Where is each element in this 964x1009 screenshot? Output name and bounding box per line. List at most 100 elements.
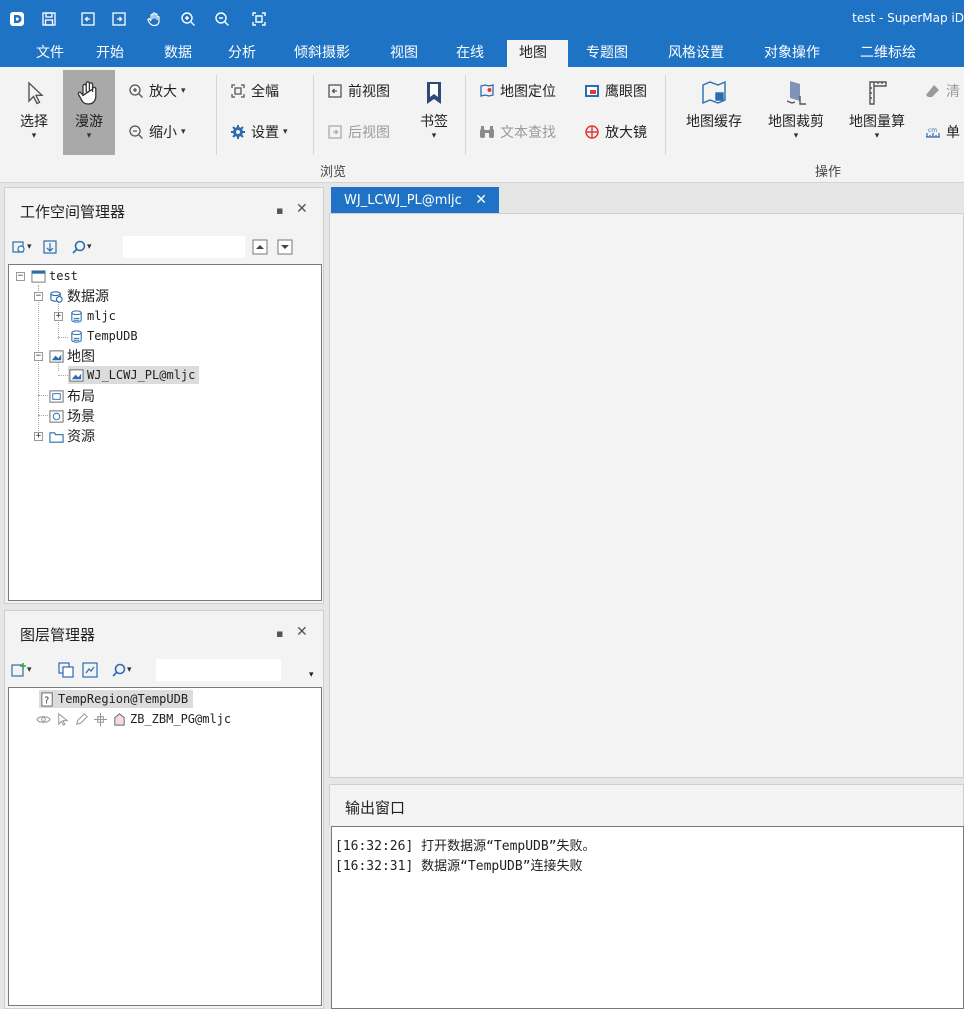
zoom-in-icon[interactable]	[177, 8, 199, 30]
zoom-out-button[interactable]: 缩小 ▾	[127, 122, 186, 142]
layer-item-zb-zbm-pg[interactable]: ZB_ZBM_PG@mljc	[35, 710, 231, 728]
tree-line	[38, 395, 48, 396]
title-bar: test - SuperMap iD	[0, 0, 964, 40]
tree-node-workspace[interactable]: test	[30, 267, 78, 285]
menu-tab-plot[interactable]: 二维标绘	[848, 40, 928, 67]
menu-tab-object[interactable]: 对象操作	[752, 40, 832, 67]
tree-node-datasource-tempudb[interactable]: TempUDB	[68, 327, 138, 345]
settings-label: 设置	[251, 125, 279, 141]
output-log[interactable]: [16:32:26] 打开数据源“TempUDB”失败。 [16:32:31] …	[331, 826, 964, 1009]
text-search-button[interactable]: 文本查找	[478, 122, 556, 142]
map-locate-button[interactable]: 地图定位	[478, 81, 556, 101]
menu-tab-thematic[interactable]: 专题图	[574, 40, 640, 67]
tree-node-map-wj-lcwj-pl[interactable]: WJ_LCWJ_PL@mljc	[68, 366, 200, 384]
eraser-icon	[924, 82, 942, 100]
close-icon[interactable]: ✕	[296, 624, 308, 640]
zoom-in-button[interactable]: 放大 ▾	[127, 81, 186, 101]
map-canvas[interactable]	[329, 213, 964, 778]
settings-button[interactable]: 设置 ▾	[229, 122, 288, 142]
zoom-out-icon	[127, 123, 145, 141]
dropdown-arrow-icon[interactable]: ▾	[181, 86, 186, 96]
hand-icon[interactable]	[143, 8, 165, 30]
save-workspace-icon[interactable]	[42, 239, 58, 255]
collapse-toggle[interactable]: −	[34, 352, 43, 361]
document-tab[interactable]: WJ_LCWJ_PL@mljc ✕	[331, 187, 499, 214]
full-extent-icon[interactable]	[248, 8, 270, 30]
selectable-cursor-icon[interactable]	[54, 711, 70, 727]
pan-button[interactable]: 漫游 ▾	[63, 70, 115, 155]
eagle-eye-button[interactable]: 鹰眼图	[583, 81, 647, 101]
menu-tab-style[interactable]: 风格设置	[656, 40, 736, 67]
tree-node-scenes[interactable]: 场景	[48, 407, 95, 425]
close-icon[interactable]: ✕	[296, 201, 308, 217]
menu-tab-map[interactable]: 地图	[507, 40, 568, 67]
unit-button[interactable]: cm 单	[924, 122, 960, 142]
dropdown-arrow-icon[interactable]: ▾	[181, 127, 186, 137]
map-measure-button[interactable]: 地图量算 ▾	[842, 75, 912, 141]
zoom-out-icon[interactable]	[211, 8, 233, 30]
menu-tab-oblique[interactable]: 倾斜摄影	[282, 40, 362, 67]
expand-toggle[interactable]: +	[34, 432, 43, 441]
unit-icon: cm	[924, 123, 942, 141]
menu-tab-file[interactable]: 文件	[24, 40, 76, 67]
map-cache-icon	[699, 75, 729, 111]
tree-node-label: 布局	[67, 389, 95, 405]
collapse-toggle[interactable]: −	[34, 292, 43, 301]
bookmark-button[interactable]: 书签 ▾	[414, 75, 454, 141]
tree-node-maps[interactable]: 地图	[48, 347, 95, 365]
full-extent-button[interactable]: 全幅	[229, 81, 279, 101]
move-up-icon[interactable]	[252, 239, 268, 255]
layer-properties-icon[interactable]	[82, 662, 98, 678]
tree-node-datasource-mljc[interactable]: mljc	[68, 307, 116, 325]
back-icon[interactable]	[77, 8, 99, 30]
visible-eye-icon[interactable]	[35, 711, 51, 727]
map-clip-button[interactable]: 地图裁剪 ▾	[760, 75, 832, 141]
unit-label: 单	[946, 125, 960, 141]
pin-icon[interactable]: ▪	[276, 204, 283, 217]
editable-pencil-icon[interactable]	[73, 711, 89, 727]
tree-node-layouts[interactable]: 布局	[48, 387, 95, 405]
open-workspace-icon[interactable]: ▾	[11, 239, 32, 255]
region-layer-icon	[111, 711, 127, 727]
move-down-icon[interactable]	[277, 239, 293, 255]
forward-icon[interactable]	[108, 8, 130, 30]
bookmark-icon	[419, 75, 449, 111]
layer-search-input[interactable]	[156, 659, 281, 681]
panel-title: 工作空间管理器	[20, 203, 126, 221]
select-button[interactable]: 选择 ▾	[14, 75, 54, 141]
search-icon[interactable]: ▾	[71, 239, 92, 255]
search-icon[interactable]: ▾	[111, 662, 132, 678]
full-extent-icon	[229, 82, 247, 100]
menu-tab-data[interactable]: 数据	[152, 40, 204, 67]
close-icon[interactable]: ✕	[475, 187, 487, 214]
more-icon[interactable]: ▾	[309, 670, 314, 680]
magnifier-button[interactable]: 放大镜	[583, 122, 647, 142]
layer-tree: ? TempRegion@TempUDB ZB_ZBM_PG@mljc	[8, 687, 322, 1006]
map-cache-button[interactable]: 地图缓存	[680, 75, 748, 131]
panel-title: 图层管理器	[20, 626, 96, 644]
save-icon[interactable]	[38, 8, 60, 30]
tree-node-label: WJ_LCWJ_PL@mljc	[87, 368, 196, 382]
snappable-icon[interactable]	[92, 711, 108, 727]
menu-tab-online[interactable]: 在线	[444, 40, 496, 67]
app-logo-icon[interactable]	[6, 8, 28, 30]
collapse-toggle[interactable]: −	[16, 272, 25, 281]
gear-icon	[229, 123, 247, 141]
prev-view-button[interactable]: 前视图	[326, 81, 390, 101]
menu-tab-analysis[interactable]: 分析	[216, 40, 268, 67]
workspace-search-input[interactable]	[123, 236, 245, 258]
add-layer-icon[interactable]: ▾	[11, 662, 32, 678]
chevron-down-icon: ▾	[874, 131, 880, 141]
menu-tab-start[interactable]: 开始	[84, 40, 136, 67]
tree-node-resources[interactable]: 资源	[48, 427, 95, 445]
dropdown-arrow-icon[interactable]: ▾	[283, 127, 288, 137]
clear-button[interactable]: 清	[924, 81, 960, 101]
menu-tab-view[interactable]: 视图	[378, 40, 430, 67]
layer-group-icon[interactable]	[58, 662, 74, 678]
expand-toggle[interactable]: +	[54, 312, 63, 321]
layer-item-tempregion[interactable]: ? TempRegion@TempUDB	[39, 690, 194, 708]
layer-name: ZB_ZBM_PG@mljc	[130, 712, 232, 726]
next-view-button[interactable]: 后视图	[326, 122, 390, 142]
pin-icon[interactable]: ▪	[276, 627, 283, 640]
tree-node-datasources[interactable]: 数据源	[48, 287, 109, 305]
